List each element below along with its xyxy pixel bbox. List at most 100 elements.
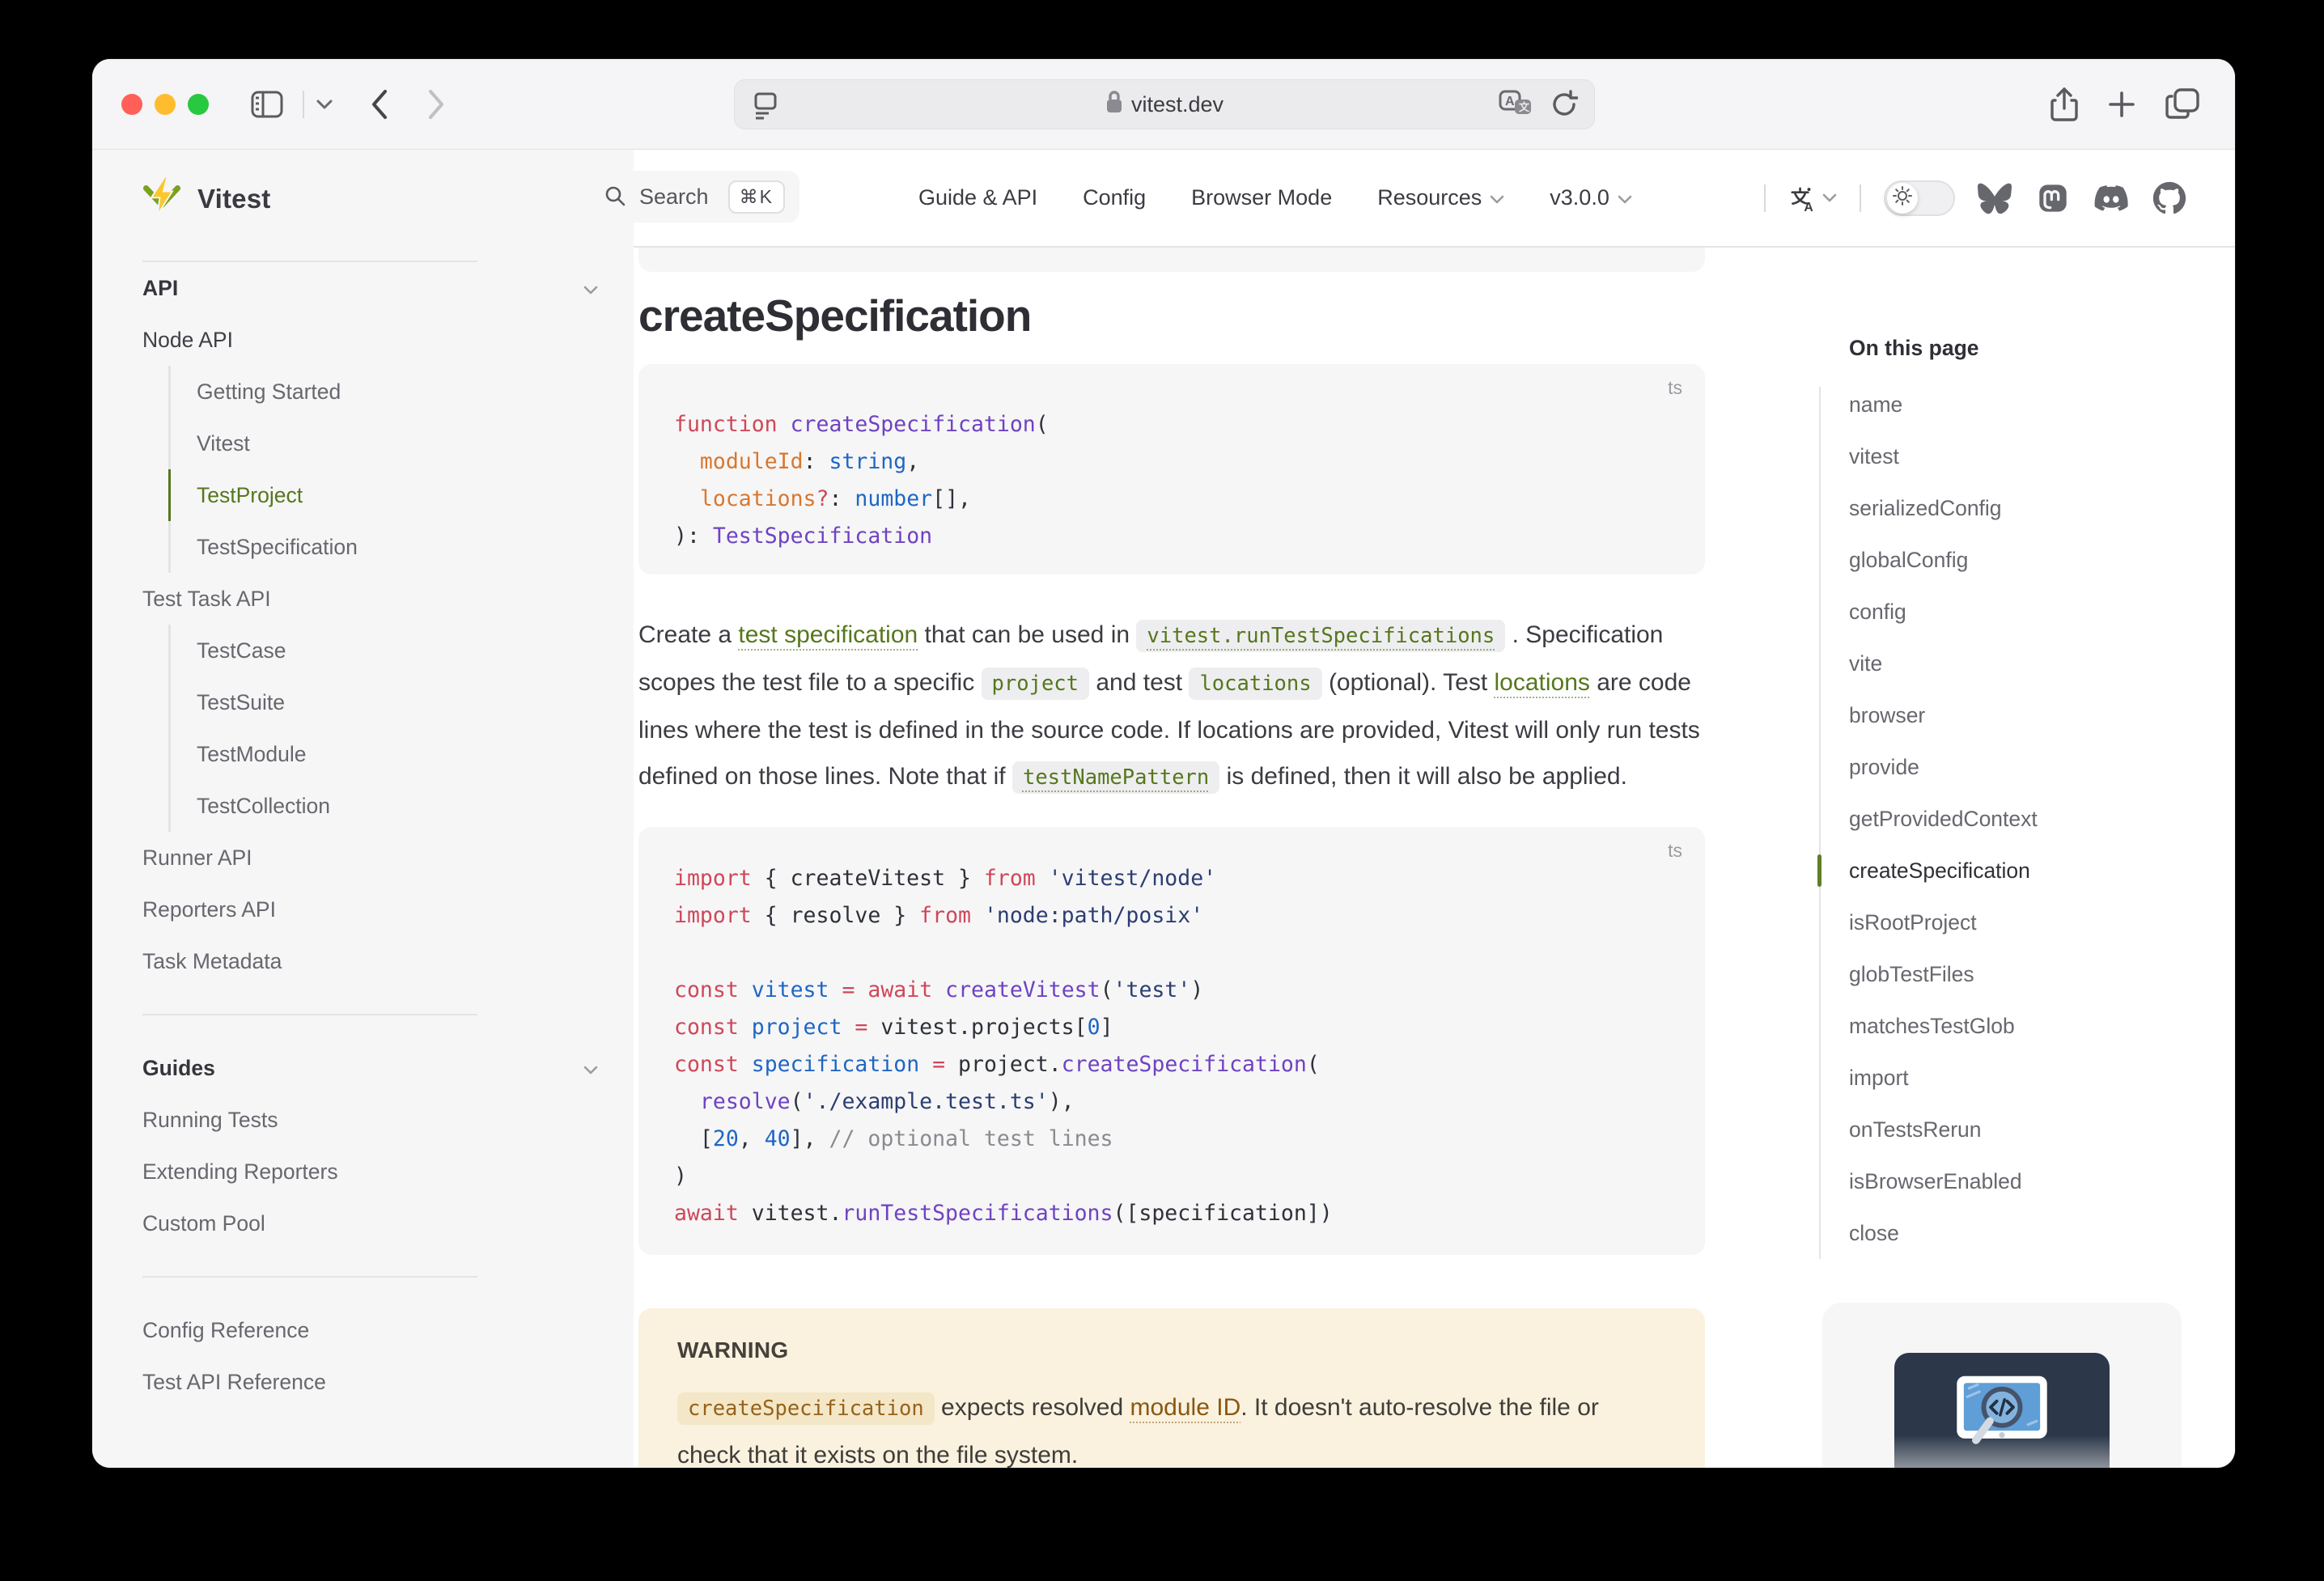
language-menu[interactable]: A — [1788, 184, 1837, 212]
sidebar-item-testspecification[interactable]: TestSpecification — [168, 521, 634, 573]
site-navbar: Vitest Guide & API Config Browser Mode Reso… — [92, 150, 2235, 248]
github-icon[interactable] — [2152, 181, 2186, 215]
search-button[interactable]: Search ⌘K — [583, 171, 799, 223]
link-testnamepattern[interactable]: testNamePattern — [1012, 761, 1219, 794]
link-locations[interactable]: locations — [1495, 669, 1590, 696]
outline-divider — [1819, 387, 1821, 1259]
sidebar-item-vitest[interactable]: Vitest — [168, 418, 634, 469]
zoom-button[interactable] — [188, 94, 209, 115]
reader-mode-icon[interactable] — [753, 91, 778, 125]
back-button[interactable] — [371, 89, 388, 120]
address-bar[interactable]: vitest.dev A文 — [734, 79, 1595, 129]
outline-item-ontestsrerun[interactable]: onTestsRerun — [1849, 1104, 2197, 1155]
nav-guide-api[interactable]: Guide & API — [918, 185, 1037, 210]
outline-item-provide[interactable]: provide — [1849, 741, 2197, 793]
sidebar-item-extending-reporters[interactable]: Extending Reporters — [142, 1146, 634, 1197]
outline-item-vitest[interactable]: vitest — [1849, 430, 2197, 482]
outline-item-serializedconfig[interactable]: serializedConfig — [1849, 482, 2197, 534]
sidebar-item-testproject[interactable]: TestProject — [168, 469, 634, 521]
sidebar-toggle-icon — [251, 91, 283, 118]
outline-item-vite[interactable]: vite — [1849, 638, 2197, 689]
code-line: function createSpecification( — [674, 406, 1669, 443]
bluesky-icon[interactable] — [1978, 181, 2012, 215]
outline-item-import[interactable]: import — [1849, 1052, 2197, 1104]
site-logo[interactable]: Vitest — [92, 150, 634, 248]
sidebar-item-testcase[interactable]: TestCase — [168, 625, 634, 676]
sidebar-item-test-task-api[interactable]: Test Task API — [142, 573, 634, 625]
outline-item-isbrowserenabled[interactable]: isBrowserEnabled — [1849, 1155, 2197, 1207]
sidebar-item-testmodule[interactable]: TestModule — [168, 728, 634, 780]
outline-item-matchestestglob[interactable]: matchesTestGlob — [1849, 1000, 2197, 1052]
nav-browser-mode[interactable]: Browser Mode — [1191, 185, 1332, 210]
sidebar-item-running-tests[interactable]: Running Tests — [142, 1094, 634, 1146]
nav-config[interactable]: Config — [1083, 185, 1146, 210]
sidebar-item-api[interactable]: API — [142, 262, 598, 314]
description-paragraph: Create a test specification that can be … — [638, 612, 1705, 801]
sidebar-item-custom-pool[interactable]: Custom Pool — [142, 1197, 634, 1249]
translate-language-icon: A — [1788, 184, 1816, 212]
sidebar-item-config-reference[interactable]: Config Reference — [142, 1304, 634, 1356]
sponsor-ad-card[interactable] — [1822, 1303, 2182, 1468]
sidebar-item-label: TestSuite — [197, 690, 285, 715]
code-line: ): TestSpecification — [674, 518, 1669, 555]
sidebar-item-label: Custom Pool — [142, 1211, 265, 1236]
sidebar-item-label: Runner API — [142, 846, 252, 871]
new-tab-button[interactable] — [2107, 90, 2136, 119]
sidebar-item-label: TestProject — [197, 483, 303, 508]
link-vitest-runtestspecifications[interactable]: vitest.runTestSpecifications — [1136, 620, 1505, 652]
share-button[interactable] — [2050, 87, 2078, 121]
discord-icon[interactable] — [2094, 181, 2128, 215]
nav-resources[interactable]: Resources — [1377, 185, 1504, 210]
sidebar-item-testsuite[interactable]: TestSuite — [168, 676, 634, 728]
outline-item-browser[interactable]: browser — [1849, 689, 2197, 741]
sidebar-item-label: TestCollection — [197, 794, 330, 819]
chevron-down-icon — [583, 1056, 598, 1081]
code-line: locations?: number[], — [674, 481, 1669, 518]
reload-icon[interactable] — [1550, 90, 1578, 123]
minimize-button[interactable] — [155, 94, 176, 115]
sidebar-item-label: Guides — [142, 1056, 215, 1081]
sidebar-item-getting-started[interactable]: Getting Started — [168, 366, 634, 418]
sidebar-item-label: Node API — [142, 328, 233, 353]
sidebar-toggle-button[interactable] — [251, 91, 283, 118]
outline-item-isrootproject[interactable]: isRootProject — [1849, 896, 2197, 948]
link-module-id[interactable]: module ID — [1130, 1394, 1241, 1421]
sidebar-item-node-api[interactable]: Node API — [142, 314, 634, 366]
link-test-specification[interactable]: test specification — [738, 621, 918, 648]
back-icon — [371, 89, 388, 120]
mastodon-icon[interactable] — [2036, 181, 2070, 215]
chevron-down-icon — [1490, 185, 1504, 210]
search-icon — [604, 184, 626, 210]
url-text: vitest.dev — [1131, 92, 1223, 117]
svg-text:A: A — [1505, 95, 1515, 108]
sidebar-item-reporters-api[interactable]: Reporters API — [142, 884, 634, 935]
safari-window: vitest.dev A文 — [92, 59, 2235, 1468]
site-title: Vitest — [197, 184, 270, 214]
translate-icon[interactable]: A文 — [1499, 90, 1533, 123]
sidebar-item-guides[interactable]: Guides — [142, 1042, 598, 1094]
outline-item-globtestfiles[interactable]: globTestFiles — [1849, 948, 2197, 1000]
forward-button[interactable] — [427, 89, 445, 120]
desktop-background: vitest.dev A文 — [0, 0, 2324, 1581]
sidebar-item-runner-api[interactable]: Runner API — [142, 832, 634, 884]
outline-item-createspecification[interactable]: createSpecification — [1849, 845, 2197, 896]
nav-v3-0-0[interactable]: v3.0.0 — [1550, 185, 1632, 210]
sidebar-divider — [142, 1014, 477, 1015]
tab-overview-button[interactable] — [2165, 88, 2199, 121]
sidebar-options-button[interactable] — [316, 99, 333, 110]
svg-text:文: 文 — [1519, 101, 1530, 113]
theme-toggle[interactable] — [1884, 180, 1955, 216]
outline-item-globalconfig[interactable]: globalConfig — [1849, 534, 2197, 586]
search-label: Search — [639, 184, 709, 210]
outline-item-close[interactable]: close — [1849, 1207, 2197, 1259]
warning-callout: WARNING createSpecification expects reso… — [638, 1308, 1705, 1468]
outline-item-name[interactable]: name — [1849, 379, 2197, 430]
outline-item-getprovidedcontext[interactable]: getProvidedContext — [1849, 793, 2197, 845]
close-button[interactable] — [121, 94, 142, 115]
sidebar-item-test-api-reference[interactable]: Test API Reference — [142, 1356, 634, 1408]
outline-item-config[interactable]: config — [1849, 586, 2197, 638]
sidebar-item-testcollection[interactable]: TestCollection — [168, 780, 634, 832]
sidebar-item-task-metadata[interactable]: Task Metadata — [142, 935, 634, 987]
sidebar-item-label: Getting Started — [197, 379, 341, 405]
sidebar-item-label: Test Task API — [142, 587, 271, 612]
